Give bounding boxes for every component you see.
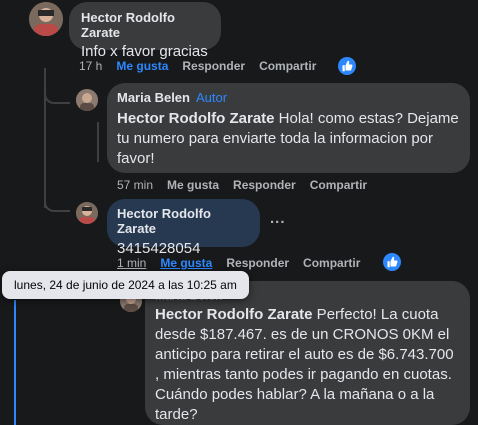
comment-author[interactable]: Maria Belen [117,90,190,105]
author-badge: Autor [195,90,228,105]
like-button[interactable]: Me gusta [116,59,168,73]
comment-actions: 1 min Me gusta Responder Compartir [117,256,374,270]
comment-bubble: Hector Rodolfo Zarate Info x favor graci… [69,2,221,60]
thread-line-branch-1 [44,88,70,104]
thread-line-reply [97,122,99,162]
like-reaction-icon[interactable] [338,57,356,75]
comment-time[interactable]: 1 min [117,256,146,270]
comment-author[interactable]: Hector Rodolfo Zarate [81,10,209,40]
comment-bubble-selected: Hector Rodolfo Zarate 3415428054 [107,199,260,257]
comment-actions: 57 min Me gusta Responder Compartir [117,178,381,192]
thread-line-selected [14,300,16,425]
reply-button[interactable]: Responder [182,59,245,73]
avatar[interactable] [76,202,98,224]
reply-button[interactable]: Responder [226,256,289,270]
share-button[interactable]: Compartir [303,256,360,270]
comment-time[interactable]: 57 min [117,178,153,192]
timestamp-tooltip: lunes, 24 de junio de 2024 a las 10:25 a… [2,271,249,299]
avatar[interactable] [29,2,63,36]
like-reaction-icon[interactable] [383,253,401,271]
comment-time[interactable]: 17 h [79,59,102,73]
comment-bubble: Maria Belen Hector Rodolfo Zarate Perfec… [145,281,470,425]
comment-mention[interactable]: Hector Rodolfo Zarate [155,306,313,323]
like-button[interactable]: Me gusta [167,178,219,192]
share-button[interactable]: Compartir [259,59,316,73]
thumbs-up-icon [387,256,398,268]
comment-text: Hector Rodolfo Zarate Hola! como estas? … [117,110,459,167]
share-button[interactable]: Compartir [310,178,367,192]
more-options-button[interactable]: ... [270,210,286,227]
comment-author[interactable]: Hector Rodolfo Zarate [117,206,250,236]
avatar[interactable] [76,89,98,111]
reply-button[interactable]: Responder [233,178,296,192]
thumbs-up-icon [342,60,353,72]
thread-line-branch-2 [44,196,70,212]
comment-bubble: Maria Belen Autor Hector Rodolfo Zarate H… [107,83,470,173]
comment-actions: 17 h Me gusta Responder Compartir [79,59,330,73]
like-button[interactable]: Me gusta [160,256,212,270]
comment-mention[interactable]: Hector Rodolfo Zarate [117,110,275,127]
comment-text: Hector Rodolfo Zarate Perfecto! La cuota… [155,306,454,423]
